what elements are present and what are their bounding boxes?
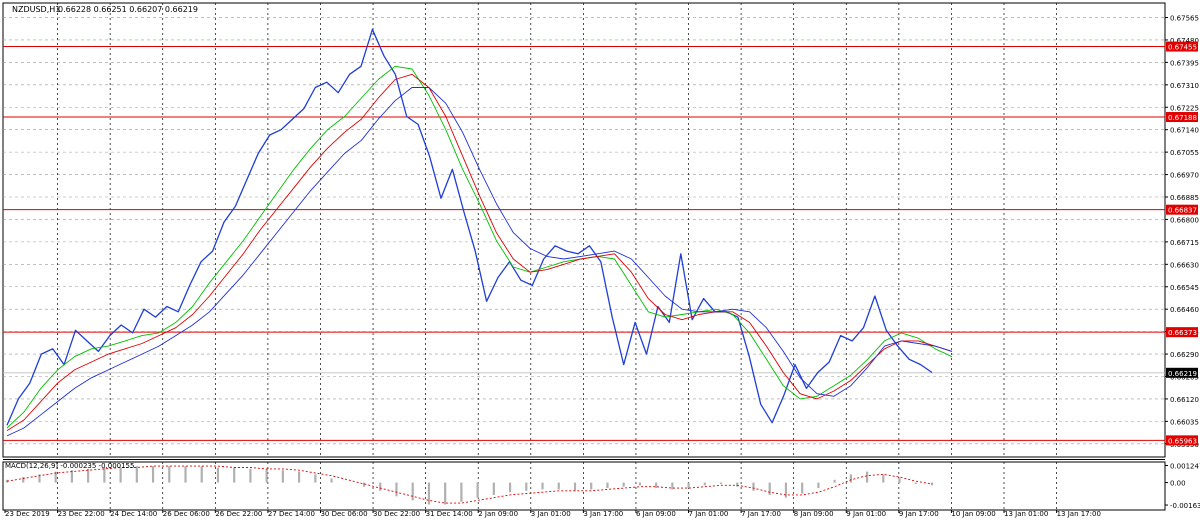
level-tag-label: 0.65963 xyxy=(1168,437,1197,445)
y-tick-label: 0.66035 xyxy=(1170,418,1199,426)
x-tick-label: 31 Dec 14:00 xyxy=(426,510,473,518)
macd-label: MACD(12,26,9) -0.000235 -0.000155 xyxy=(5,462,134,470)
current-price-label: 0.66219 xyxy=(1168,370,1197,378)
macd-y-tick-label: 0.001247 xyxy=(1170,462,1200,470)
x-tick-label: 26 Dec 22:00 xyxy=(215,510,262,518)
y-tick-label: 0.67565 xyxy=(1170,15,1199,23)
y-tick-label: 0.66800 xyxy=(1170,216,1199,224)
x-tick-label: 30 Dec 06:00 xyxy=(320,510,367,518)
x-tick-label: 7 Jan 01:00 xyxy=(689,510,729,518)
x-tick-label: 7 Jan 17:00 xyxy=(741,510,781,518)
price-chart[interactable]: 0.675650.674800.673950.673100.672250.671… xyxy=(0,0,1200,523)
x-tick-label: 13 Jan 01:00 xyxy=(1004,510,1048,518)
x-tick-label: 9 Jan 01:00 xyxy=(846,510,886,518)
x-tick-label: 2 Jan 09:00 xyxy=(478,510,518,518)
x-tick-label: 30 Dec 22:00 xyxy=(373,510,420,518)
x-tick-label: 3 Jan 01:00 xyxy=(531,510,571,518)
y-tick-label: 0.67310 xyxy=(1170,82,1199,90)
macd-y-tick-label: 0.00 xyxy=(1170,480,1186,488)
y-tick-label: 0.67055 xyxy=(1170,149,1199,157)
level-tag-label: 0.67188 xyxy=(1168,114,1197,122)
y-tick-label: 0.66630 xyxy=(1170,261,1199,269)
y-tick-label: 0.66120 xyxy=(1170,396,1199,404)
level-tag-label: 0.66837 xyxy=(1168,207,1197,215)
y-tick-label: 0.67225 xyxy=(1170,104,1199,112)
y-tick-label: 0.66460 xyxy=(1170,306,1199,314)
y-tick-label: 0.66545 xyxy=(1170,284,1199,292)
x-tick-label: 23 Dec 22:00 xyxy=(58,510,105,518)
x-tick-label: 23 Dec 2019 xyxy=(5,510,50,518)
y-tick-label: 0.66970 xyxy=(1170,172,1199,180)
macd-y-tick-label: -0.001638 xyxy=(1170,502,1200,510)
x-tick-label: 10 Jan 09:00 xyxy=(951,510,995,518)
y-tick-label: 0.67140 xyxy=(1170,127,1199,135)
x-tick-label: 6 Jan 09:00 xyxy=(636,510,676,518)
y-tick-label: 0.66885 xyxy=(1170,194,1199,202)
x-tick-label: 8 Jan 09:00 xyxy=(794,510,834,518)
y-tick-label: 0.67395 xyxy=(1170,59,1199,67)
chart-header-symbol: NZDUSD,H1 xyxy=(12,5,60,14)
x-tick-label: 3 Jan 17:00 xyxy=(583,510,623,518)
x-tick-label: 26 Dec 06:00 xyxy=(163,510,210,518)
level-tag-label: 0.66373 xyxy=(1168,329,1197,337)
x-tick-label: 24 Dec 14:00 xyxy=(110,510,157,518)
x-tick-label: 13 Jan 17:00 xyxy=(1057,510,1101,518)
level-tag-label: 0.67455 xyxy=(1168,44,1197,52)
chart-header-ohlc: 0.66228 0.66251 0.66207 0.66219 xyxy=(58,5,198,14)
y-tick-label: 0.66715 xyxy=(1170,239,1199,247)
x-tick-label: 27 Dec 14:00 xyxy=(268,510,315,518)
x-tick-label: 9 Jan 17:00 xyxy=(899,510,939,518)
y-tick-label: 0.66290 xyxy=(1170,351,1199,359)
